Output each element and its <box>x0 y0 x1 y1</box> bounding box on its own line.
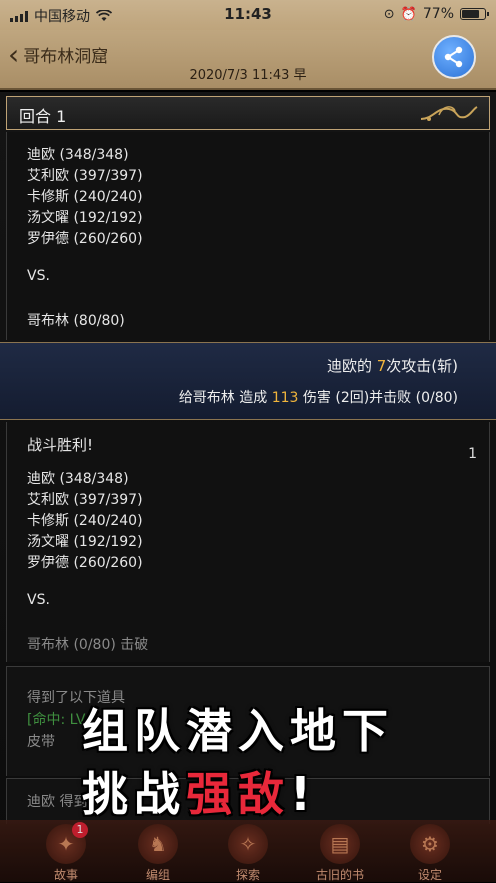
round-header: 回合 1 <box>6 96 490 130</box>
party-panel: 迪欧 (348/348) 艾利欧 (397/397) 卡修斯 (240/240)… <box>6 132 490 340</box>
attack-line: 迪欧的 7次攻击(斩) <box>326 357 458 375</box>
ornament-icon <box>420 106 478 121</box>
tab-explore[interactable]: ✧ 探索 <box>208 824 288 883</box>
share-button[interactable] <box>432 35 476 79</box>
party-member: 罗伊德 (260/260) <box>27 555 143 571</box>
round-title: 回合 1 <box>19 107 67 126</box>
vs-label: VS. <box>27 268 50 284</box>
tab-label: 设定 <box>417 868 442 882</box>
tab-team[interactable]: ♞ 编组 <box>118 824 198 883</box>
party-member: 迪欧 (348/348) <box>27 147 129 163</box>
log-line: 迪欧 得到 <box>27 794 88 810</box>
damage-line: 给哥布林 造成 113 伤害 (2回)并击败 (0/80) <box>178 390 458 406</box>
settings-icon: ⚙ <box>410 824 450 864</box>
loot-item-stat: [命中: LV <box>27 712 86 728</box>
tab-settings[interactable]: ⚙ 设定 <box>390 824 470 883</box>
rotation-lock-icon: ⊙ <box>383 6 395 22</box>
tab-label: 探索 <box>235 868 260 882</box>
alarm-icon: ⏰ <box>400 6 417 22</box>
tab-label: 故事 <box>53 868 78 882</box>
party-member: 卡修斯 (240/240) <box>27 189 143 205</box>
party-member: 艾利欧 (397/397) <box>27 492 143 508</box>
tab-story[interactable]: ✦ 1 故事 <box>26 822 106 883</box>
promo-headline: 组队潜入地下 <box>82 704 394 758</box>
battery-icon <box>460 8 489 20</box>
attack-summary: 迪欧的 7次攻击(斩) 给哥布林 造成 113 伤害 (2回)并击败 (0/80… <box>0 342 496 420</box>
result-counter: 1 <box>468 446 477 462</box>
party-member: 汤文曜 (192/192) <box>27 534 143 550</box>
enemy-status: 哥布林 (80/80) <box>27 313 125 329</box>
notification-badge: 1 <box>72 822 88 838</box>
promo-subheadline: 挑战强敌! <box>82 767 317 821</box>
share-icon <box>444 46 463 68</box>
tab-label: 古旧的书 <box>315 868 364 882</box>
loot-item: 皮带 <box>27 734 55 750</box>
tab-book[interactable]: ▤ 古旧的书 <box>300 824 380 883</box>
status-bar: 中国移动 11:43 ⊙ ⏰ 77% <box>0 0 496 30</box>
battery-percent: 77% <box>422 6 454 22</box>
explore-icon: ✧ <box>228 824 268 864</box>
result-panel: 战斗胜利! 1 迪欧 (348/348) 艾利欧 (397/397) 卡修斯 (… <box>6 422 490 662</box>
team-icon: ♞ <box>138 824 178 864</box>
chevron-left-icon: ‹ <box>8 37 20 71</box>
log-datetime: 2020/7/3 11:43 早 <box>189 68 307 83</box>
enemy-status: 哥布林 (0/80) 击破 <box>27 637 149 653</box>
party-member: 汤文曜 (192/192) <box>27 210 143 226</box>
victory-title: 战斗胜利! <box>27 436 94 454</box>
vs-label: VS. <box>27 592 50 608</box>
nav-header: ‹ 哥布林洞窟 2020/7/3 11:43 早 <box>0 30 496 90</box>
tab-bar: ✦ 1 故事 ♞ 编组 ✧ 探索 ▤ 古旧的书 ⚙ 设定 <box>0 820 496 882</box>
tab-label: 编组 <box>145 868 170 882</box>
party-member: 卡修斯 (240/240) <box>27 513 143 529</box>
party-member: 迪欧 (348/348) <box>27 471 129 487</box>
book-icon: ▤ <box>320 824 360 864</box>
party-member: 罗伊德 (260/260) <box>27 231 143 247</box>
party-member: 艾利欧 (397/397) <box>27 168 143 184</box>
status-right: ⊙ ⏰ 77% <box>383 6 489 22</box>
